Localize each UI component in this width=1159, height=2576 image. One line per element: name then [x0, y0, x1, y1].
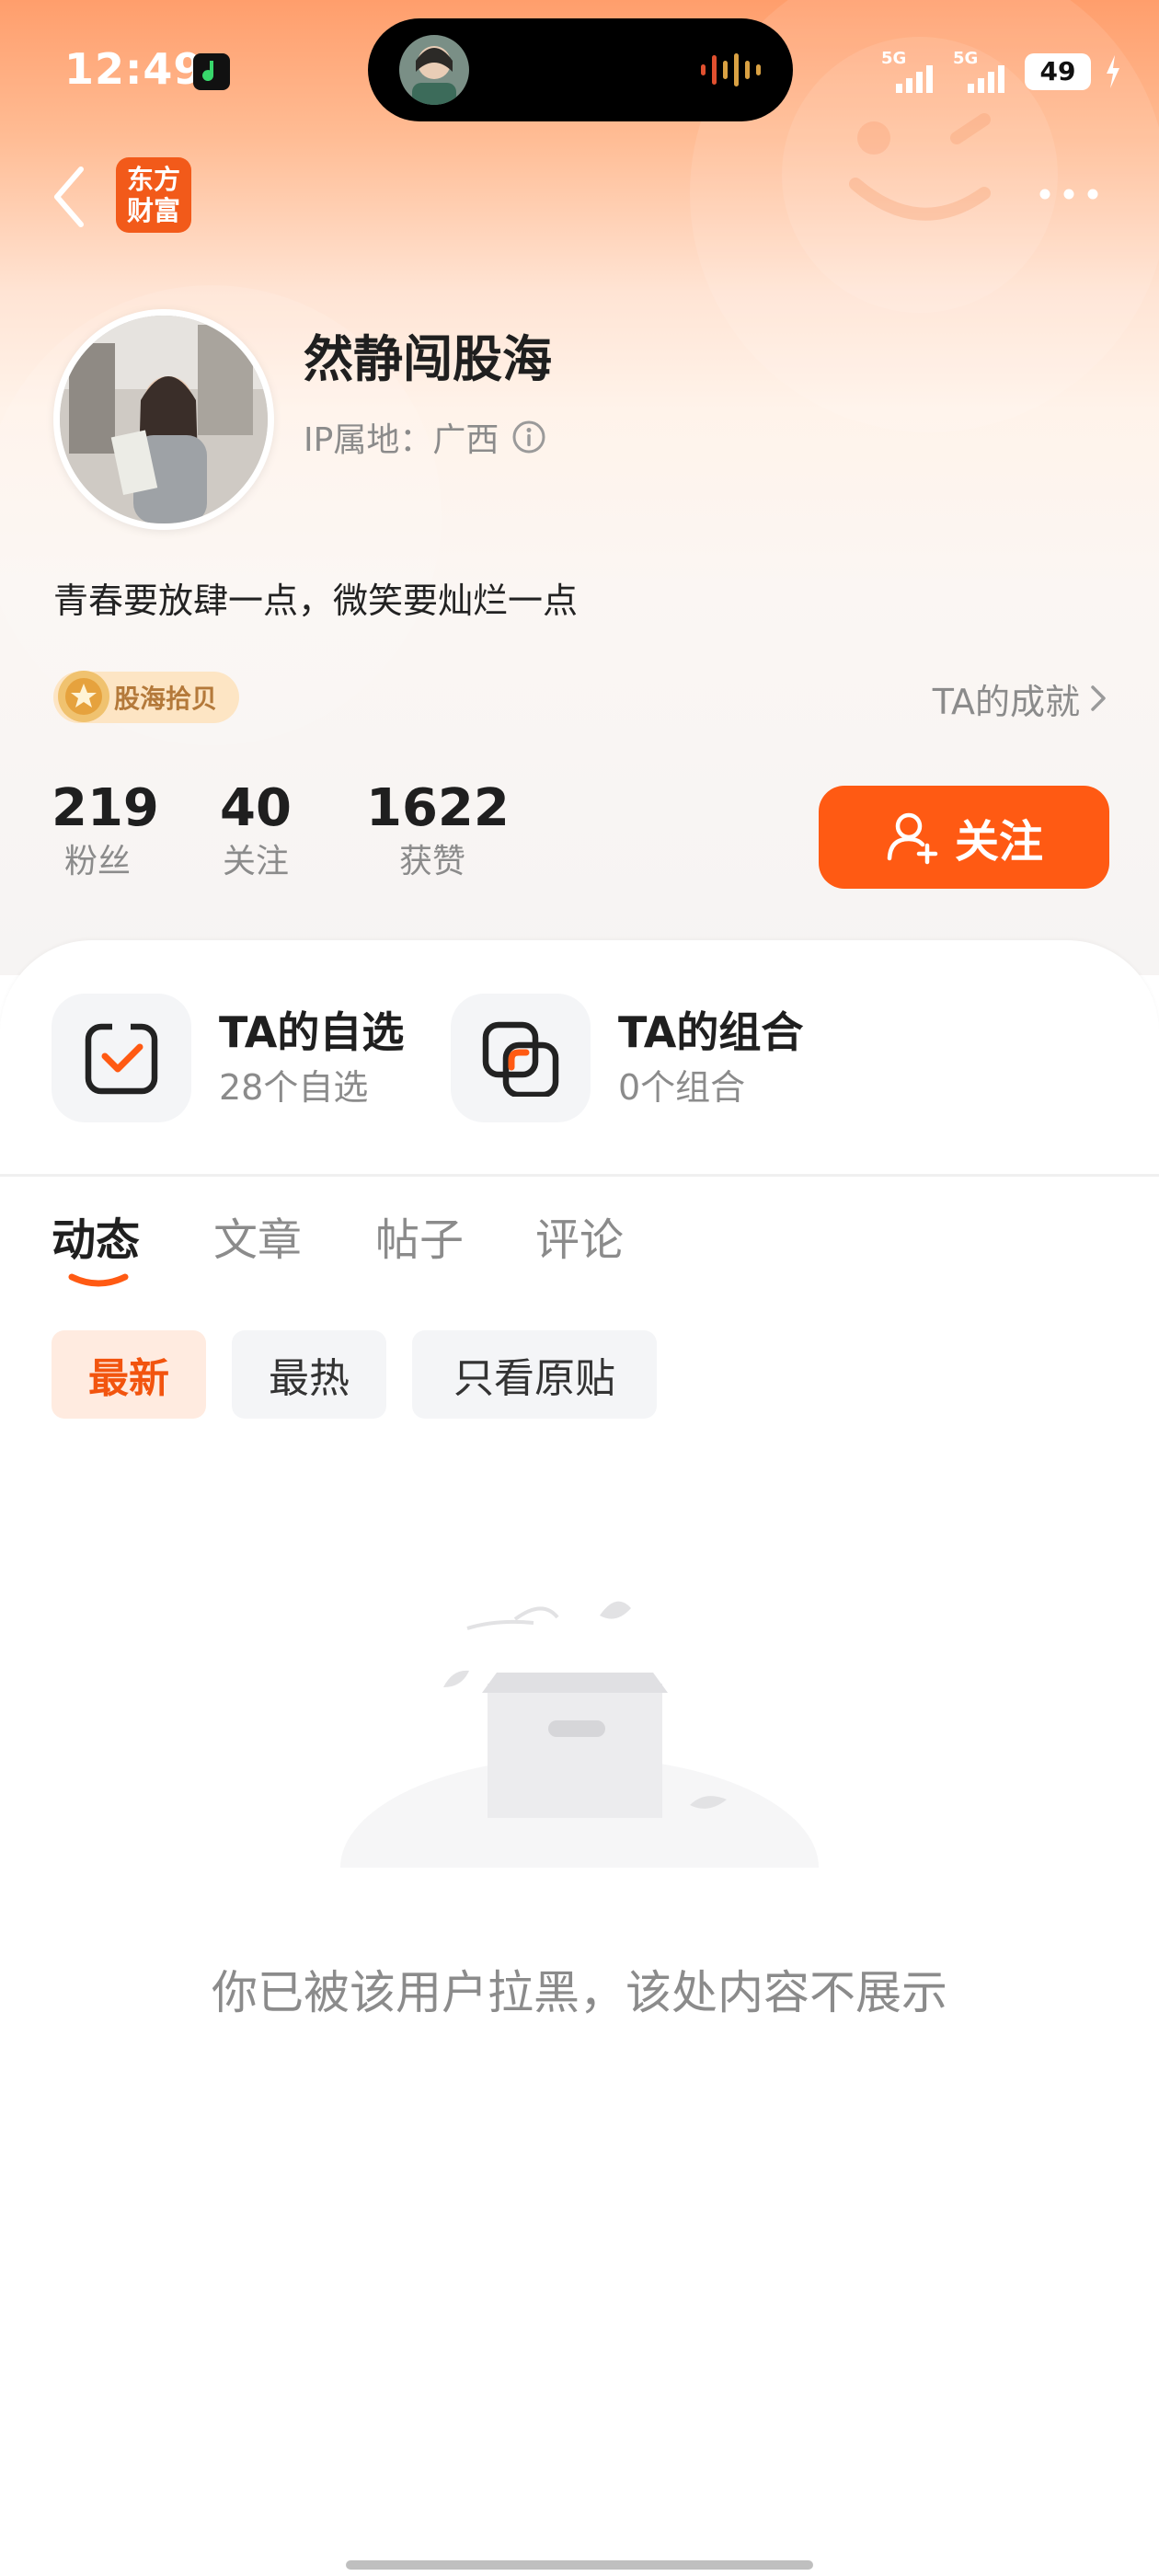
- badge-label: 股海拾贝: [114, 684, 218, 714]
- more-options-icon[interactable]: [1036, 180, 1102, 208]
- audio-wave-icon: [701, 53, 761, 86]
- portfolio-count: 0个组合: [618, 1067, 746, 1108]
- section-divider: [0, 1174, 1159, 1177]
- add-user-icon: [887, 812, 938, 865]
- tab-comments[interactable]: 评论: [535, 1203, 624, 1268]
- stat-likes[interactable]: 1622 获赞: [366, 778, 510, 885]
- user-avatar[interactable]: [53, 309, 274, 530]
- achievements-link[interactable]: TA的成就: [933, 673, 1107, 723]
- stat-following[interactable]: 40 关注: [210, 778, 302, 885]
- island-avatar: [399, 35, 469, 105]
- filter-hottest[interactable]: 最热: [232, 1330, 386, 1419]
- stat-value: 40: [220, 778, 292, 838]
- achievements-label: TA的成就: [932, 681, 1080, 722]
- ip-location-text: IP属地：广西: [304, 421, 499, 459]
- chevron-right-icon: [1091, 685, 1106, 711]
- charging-bolt-icon: [1107, 55, 1119, 88]
- home-indicator[interactable]: [346, 2560, 813, 2570]
- user-bio: 青春要放肆一点，微笑要灿烂一点: [53, 581, 579, 621]
- signal-icon: 5G: [881, 49, 940, 95]
- tab-articles[interactable]: 文章: [213, 1203, 302, 1268]
- medal-icon: [58, 671, 109, 722]
- stat-label: 粉丝: [63, 843, 131, 880]
- username: 然静闯股海: [304, 330, 552, 388]
- portfolio-combo-icon: [451, 994, 591, 1122]
- app-logo[interactable]: 东方 财富: [116, 157, 191, 233]
- stat-label: 获赞: [398, 843, 465, 880]
- signal-icon: 5G: [953, 49, 1012, 95]
- stat-fans[interactable]: 219 粉丝: [52, 778, 159, 885]
- stat-value: 1622: [366, 778, 510, 838]
- watchlist-check-icon: [52, 994, 191, 1122]
- portfolio-shortcut[interactable]: TA的组合 0个组合: [451, 994, 803, 1122]
- back-arrow-icon[interactable]: [48, 160, 94, 234]
- follow-button-label: 关注: [954, 816, 1043, 868]
- stat-value: 219: [52, 778, 159, 838]
- portfolio-title: TA的组合: [618, 1007, 804, 1057]
- watchlist-title: TA的自选: [219, 1007, 405, 1057]
- empty-state-message: 你已被该用户拉黑，该处内容不展示: [212, 1966, 947, 2019]
- stat-label: 关注: [222, 843, 289, 880]
- music-app-icon: [193, 53, 230, 90]
- watchlist-shortcut[interactable]: TA的自选 28个自选: [52, 994, 404, 1122]
- filter-latest[interactable]: 最新: [52, 1330, 206, 1419]
- tab-dynamics[interactable]: 动态: [52, 1203, 140, 1268]
- tab-posts[interactable]: 帖子: [375, 1203, 464, 1268]
- status-time: 12:49: [64, 44, 204, 94]
- battery-indicator: 49: [1025, 53, 1091, 90]
- active-tab-indicator: [68, 1273, 129, 1287]
- watchlist-count: 28个自选: [219, 1067, 369, 1108]
- info-icon[interactable]: [511, 420, 546, 454]
- empty-box-illustration: [340, 1601, 819, 1886]
- dynamic-island[interactable]: [368, 18, 793, 121]
- ip-location: IP属地：广西: [304, 414, 546, 460]
- status-indicators: 5G 5G 49: [881, 46, 1122, 98]
- follow-button[interactable]: 关注: [819, 786, 1109, 889]
- filter-original-only[interactable]: 只看原贴: [412, 1330, 657, 1419]
- achievement-badge[interactable]: 股海拾贝: [53, 671, 240, 723]
